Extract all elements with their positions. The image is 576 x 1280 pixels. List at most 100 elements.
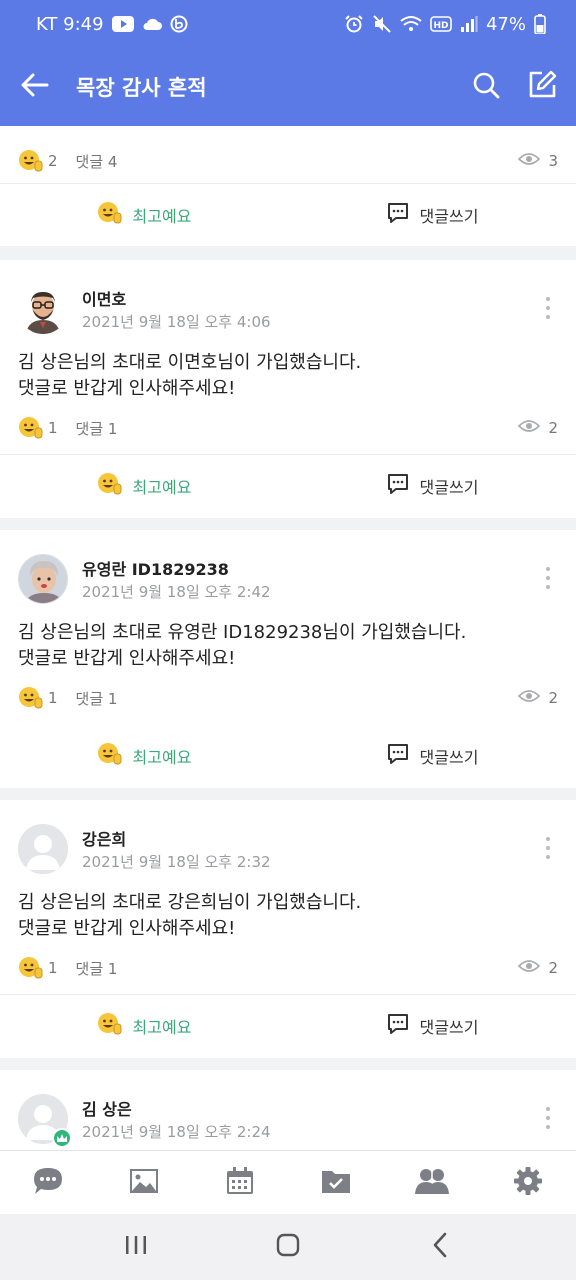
post-feed[interactable]: 2 댓글 4 3 최고예요 댓글쓰기 이면호 2021년 9월 18일 오후 4… bbox=[0, 126, 576, 1150]
thumbs-smile-emoji-icon bbox=[18, 955, 44, 981]
post-meta-row: 1 댓글 1 2 bbox=[18, 415, 558, 441]
like-label: 최고예요 bbox=[132, 207, 192, 226]
author-name[interactable]: 김 상은 bbox=[82, 1096, 132, 1120]
post-card[interactable]: 유영란 ID1829238 2021년 9월 18일 오후 2:42 김 상은님… bbox=[0, 530, 576, 788]
post-action-row: 최고예요 댓글쓰기 bbox=[0, 455, 576, 517]
thumbs-smile-emoji-icon bbox=[18, 685, 44, 711]
eye-icon bbox=[518, 959, 541, 977]
back-button[interactable] bbox=[0, 48, 70, 126]
more-options-button[interactable] bbox=[536, 834, 560, 862]
home-button[interactable] bbox=[258, 1217, 318, 1277]
mute-icon bbox=[372, 14, 392, 34]
like-label: 최고예요 bbox=[132, 1018, 192, 1037]
view-count-value: 2 bbox=[548, 419, 558, 437]
svg-text:HD: HD bbox=[433, 21, 448, 31]
arrow-left-icon bbox=[21, 73, 49, 101]
like-label: 최고예요 bbox=[132, 478, 192, 497]
nav-calendar[interactable] bbox=[210, 1153, 270, 1213]
thumbs-smile-emoji-icon bbox=[97, 1011, 123, 1041]
author-name[interactable]: 강은희 bbox=[82, 826, 126, 850]
back-icon bbox=[431, 1232, 449, 1262]
view-count: 2 bbox=[518, 959, 558, 977]
write-comment-button[interactable]: 댓글쓰기 bbox=[288, 725, 576, 787]
avatar[interactable] bbox=[18, 554, 68, 604]
post-body: 김 상은님의 초대로 이면호님이 가입했습니다. 댓글로 반갑게 인사해주세요! bbox=[18, 350, 558, 402]
comment-count[interactable]: 댓글 1 bbox=[76, 688, 118, 709]
write-comment-label: 댓글쓰기 bbox=[419, 748, 479, 767]
avatar[interactable] bbox=[18, 284, 68, 334]
post-card[interactable]: 강은희 2021년 9월 18일 오후 2:32 김 상은님의 초대로 강은희님… bbox=[0, 800, 576, 1058]
settings-icon bbox=[513, 1166, 543, 1200]
write-button[interactable] bbox=[514, 48, 570, 126]
recent-apps-button[interactable] bbox=[106, 1217, 166, 1277]
signal-icon bbox=[460, 16, 478, 32]
system-nav-bar bbox=[0, 1214, 576, 1280]
leader-crown-badge-icon bbox=[52, 1128, 72, 1148]
like-button[interactable]: 최고예요 bbox=[0, 995, 288, 1057]
like-button[interactable]: 최고예요 bbox=[0, 725, 288, 787]
write-comment-button[interactable]: 댓글쓰기 bbox=[288, 455, 576, 517]
eye-icon bbox=[518, 419, 541, 437]
more-options-button[interactable] bbox=[536, 294, 560, 322]
post-card-partial: 2 댓글 4 3 최고예요 댓글쓰기 bbox=[0, 126, 576, 246]
more-options-button[interactable] bbox=[536, 564, 560, 592]
post-text-line: 김 상은님의 초대로 강은희님이 가입했습니다. bbox=[18, 892, 362, 913]
write-comment-label: 댓글쓰기 bbox=[419, 1018, 479, 1037]
view-count: 2 bbox=[518, 689, 558, 707]
avatar[interactable] bbox=[18, 824, 68, 874]
search-button[interactable] bbox=[458, 48, 514, 126]
post-meta-row: 1 댓글 1 2 bbox=[18, 685, 558, 711]
post-text-line: 댓글로 반갑게 인사해주세요! bbox=[18, 378, 236, 399]
app-bar: 목장 감사 흔적 bbox=[0, 48, 576, 126]
post-author-row: 강은희 2021년 9월 18일 오후 2:32 bbox=[18, 822, 558, 878]
comment-count[interactable]: 댓글 1 bbox=[76, 418, 118, 439]
system-back-button[interactable] bbox=[410, 1217, 470, 1277]
like-button[interactable]: 최고예요 bbox=[0, 455, 288, 517]
eye-icon bbox=[518, 152, 541, 170]
hd-icon: HD bbox=[430, 16, 452, 32]
post-text-line: 댓글로 반갑게 인사해주세요! bbox=[18, 648, 236, 669]
comment-bubble-icon bbox=[386, 201, 410, 229]
status-bar: KT 9:49 HD 47% bbox=[0, 0, 576, 48]
alarm-icon bbox=[344, 14, 364, 34]
post-meta-row: 2 댓글 4 3 bbox=[18, 148, 558, 174]
more-options-button[interactable] bbox=[536, 1104, 560, 1132]
post-card[interactable]: 이면호 2021년 9월 18일 오후 4:06 김 상은님의 초대로 이면호님… bbox=[0, 260, 576, 518]
comment-bubble-icon bbox=[386, 472, 410, 500]
thumbs-smile-emoji-icon bbox=[18, 415, 44, 441]
comment-count[interactable]: 댓글 1 bbox=[76, 958, 118, 979]
author-name[interactable]: 이면호 bbox=[82, 286, 126, 310]
nav-members[interactable] bbox=[402, 1153, 462, 1213]
write-comment-button[interactable]: 댓글쓰기 bbox=[288, 995, 576, 1057]
nav-photos[interactable] bbox=[114, 1153, 174, 1213]
battery-icon bbox=[534, 14, 546, 34]
nav-settings[interactable] bbox=[498, 1153, 558, 1213]
like-button[interactable]: 최고예요 bbox=[0, 184, 288, 246]
thumbs-smile-emoji-icon bbox=[97, 200, 123, 230]
author-name[interactable]: 유영란 ID1829238 bbox=[82, 556, 229, 580]
write-comment-button[interactable]: 댓글쓰기 bbox=[288, 184, 576, 246]
like-count: 1 bbox=[48, 959, 58, 977]
write-comment-label: 댓글쓰기 bbox=[419, 207, 479, 226]
app-actions bbox=[458, 48, 576, 126]
nav-files[interactable] bbox=[306, 1153, 366, 1213]
view-count-value: 3 bbox=[548, 152, 558, 170]
post-card[interactable]: 김 상은 2021년 9월 18일 오후 2:24 bbox=[0, 1070, 576, 1150]
thumbs-smile-emoji-icon bbox=[97, 741, 123, 771]
status-left: KT 9:49 bbox=[36, 14, 188, 35]
avatar[interactable] bbox=[18, 1094, 72, 1148]
view-count: 2 bbox=[518, 419, 558, 437]
like-count: 1 bbox=[48, 419, 58, 437]
post-body: 김 상은님의 초대로 강은희님이 가입했습니다. 댓글로 반갑게 인사해주세요! bbox=[18, 890, 558, 942]
view-count-value: 2 bbox=[548, 689, 558, 707]
post-action-row: 최고예요 댓글쓰기 bbox=[0, 995, 576, 1057]
comment-bubble-icon bbox=[386, 742, 410, 770]
eye-icon bbox=[518, 689, 541, 707]
post-time: 2021년 9월 18일 오후 2:24 bbox=[82, 1123, 271, 1141]
home-icon bbox=[275, 1232, 301, 1262]
status-right: HD 47% bbox=[344, 14, 546, 35]
nav-chat[interactable] bbox=[18, 1153, 78, 1213]
write-comment-label: 댓글쓰기 bbox=[419, 478, 479, 497]
comment-count[interactable]: 댓글 4 bbox=[76, 151, 118, 172]
wifi-icon bbox=[400, 15, 422, 33]
